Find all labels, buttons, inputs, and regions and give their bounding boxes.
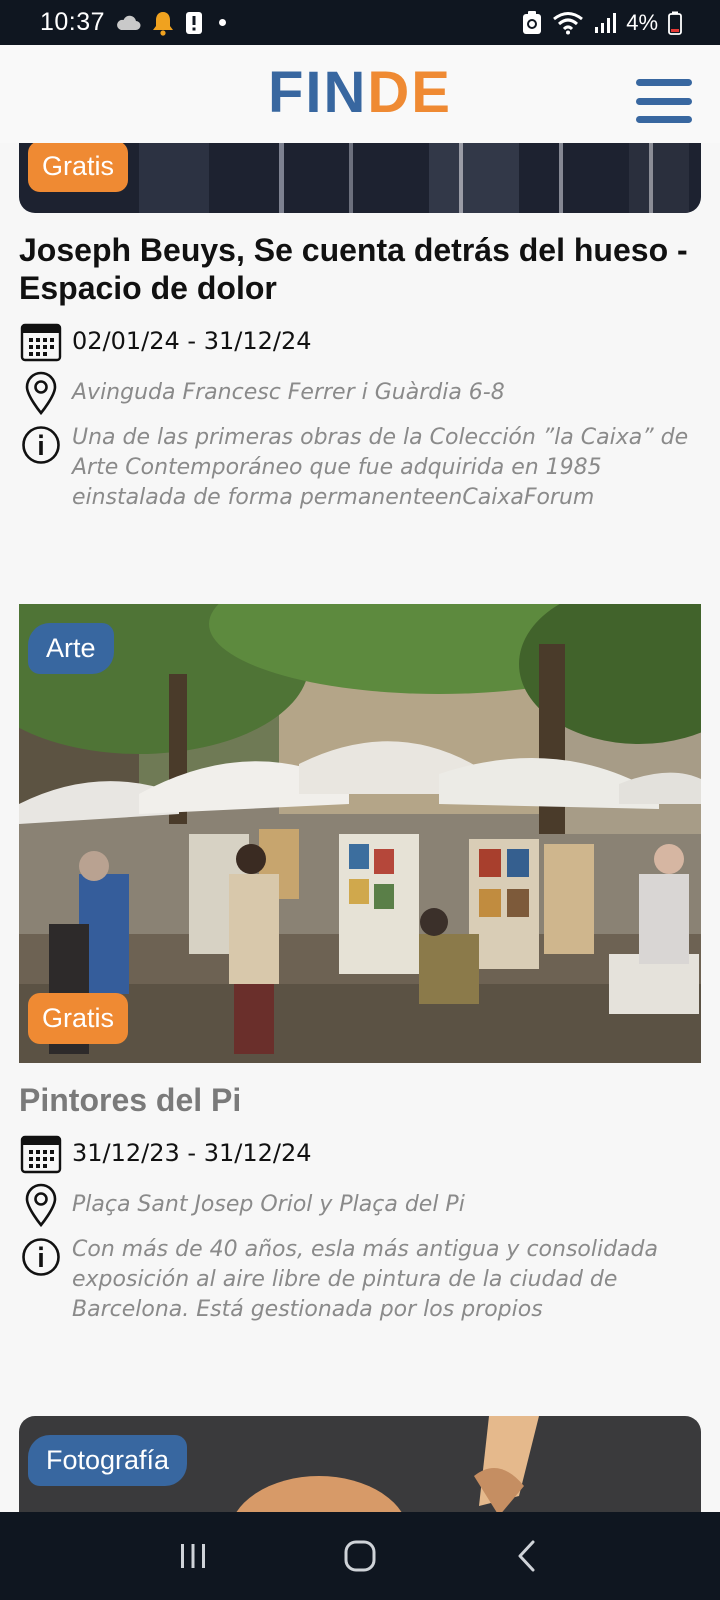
event-image[interactable]: Fotografía <box>19 1416 701 1512</box>
location-pin-icon <box>19 371 63 415</box>
info-icon <box>19 423 63 467</box>
hamburger-line <box>636 116 692 123</box>
event-description: Con más de 40 años, esla más antigua y c… <box>72 1237 658 1322</box>
event-card[interactable]: Gratis Joseph Beuys, Se cuenta detrás de… <box>19 143 701 513</box>
hamburger-icon[interactable] <box>636 79 692 123</box>
calendar-icon <box>19 319 63 363</box>
back-icon[interactable] <box>497 1526 557 1586</box>
hamburger-line <box>636 79 692 86</box>
description-row: Una de las primeras obras de la Colecció… <box>19 423 701 513</box>
event-card[interactable]: Fotografía <box>19 1416 701 1512</box>
badge-arte: Arte <box>28 623 114 674</box>
date-row: 31/12/23 - 31/12/24 <box>19 1131 701 1175</box>
system-nav-bar <box>0 1512 720 1600</box>
alert-icon <box>185 11 203 35</box>
logo-part-1: FIN <box>267 59 368 125</box>
wifi-icon <box>552 11 584 35</box>
recycle-icon <box>522 10 542 35</box>
status-left: 10:37 <box>40 8 227 37</box>
recent-apps-icon[interactable] <box>163 1526 223 1586</box>
battery-percent: 4% <box>626 9 658 35</box>
event-image[interactable]: Arte Gratis <box>19 604 701 1063</box>
status-bar: 10:37 4% <box>0 0 720 45</box>
badge-gratis: Gratis <box>28 143 129 192</box>
info-icon <box>19 1235 63 1279</box>
home-icon[interactable] <box>330 1526 390 1586</box>
location-pin-icon <box>19 1183 63 1227</box>
event-date: 02/01/24 - 31/12/24 <box>72 327 312 355</box>
description-row: Con más de 40 años, esla más antigua y c… <box>19 1235 701 1325</box>
calendar-icon <box>19 1131 63 1175</box>
event-image[interactable]: Gratis <box>19 143 701 213</box>
dot-icon <box>219 19 227 26</box>
location-row: Plaça Sant Josep Oriol y Plaça del Pi <box>19 1183 701 1227</box>
status-time: 10:37 <box>40 8 106 36</box>
app-header: FIN DE <box>0 45 720 143</box>
event-title[interactable]: Joseph Beuys, Se cuenta detrás del hueso… <box>19 231 701 307</box>
event-location[interactable]: Avinguda Francesc Ferrer i Guàrdia 6-8 <box>72 371 505 415</box>
event-description: Una de las primeras obras de la Colecció… <box>72 425 689 510</box>
status-right: 4% <box>522 10 682 36</box>
battery-icon <box>668 11 682 35</box>
signal-icon <box>594 12 617 34</box>
event-title[interactable]: Pintores del Pi <box>19 1081 701 1119</box>
cloud-icon <box>115 14 141 32</box>
event-list[interactable]: Gratis Joseph Beuys, Se cuenta detrás de… <box>0 143 720 1512</box>
badge-fotografia: Fotografía <box>28 1435 188 1486</box>
event-date: 31/12/23 - 31/12/24 <box>72 1139 312 1167</box>
location-row: Avinguda Francesc Ferrer i Guàrdia 6-8 <box>19 371 701 415</box>
hamburger-line <box>636 97 692 105</box>
event-card[interactable]: Arte Gratis Pintores del Pi 31/12/23 - 3… <box>19 604 701 1325</box>
logo-part-2: DE <box>367 59 452 125</box>
date-row: 02/01/24 - 31/12/24 <box>19 319 701 363</box>
bell-icon <box>151 10 175 36</box>
event-location[interactable]: Plaça Sant Josep Oriol y Plaça del Pi <box>72 1183 465 1227</box>
finde-logo[interactable]: FIN DE <box>268 59 452 126</box>
badge-gratis: Gratis <box>28 993 129 1044</box>
